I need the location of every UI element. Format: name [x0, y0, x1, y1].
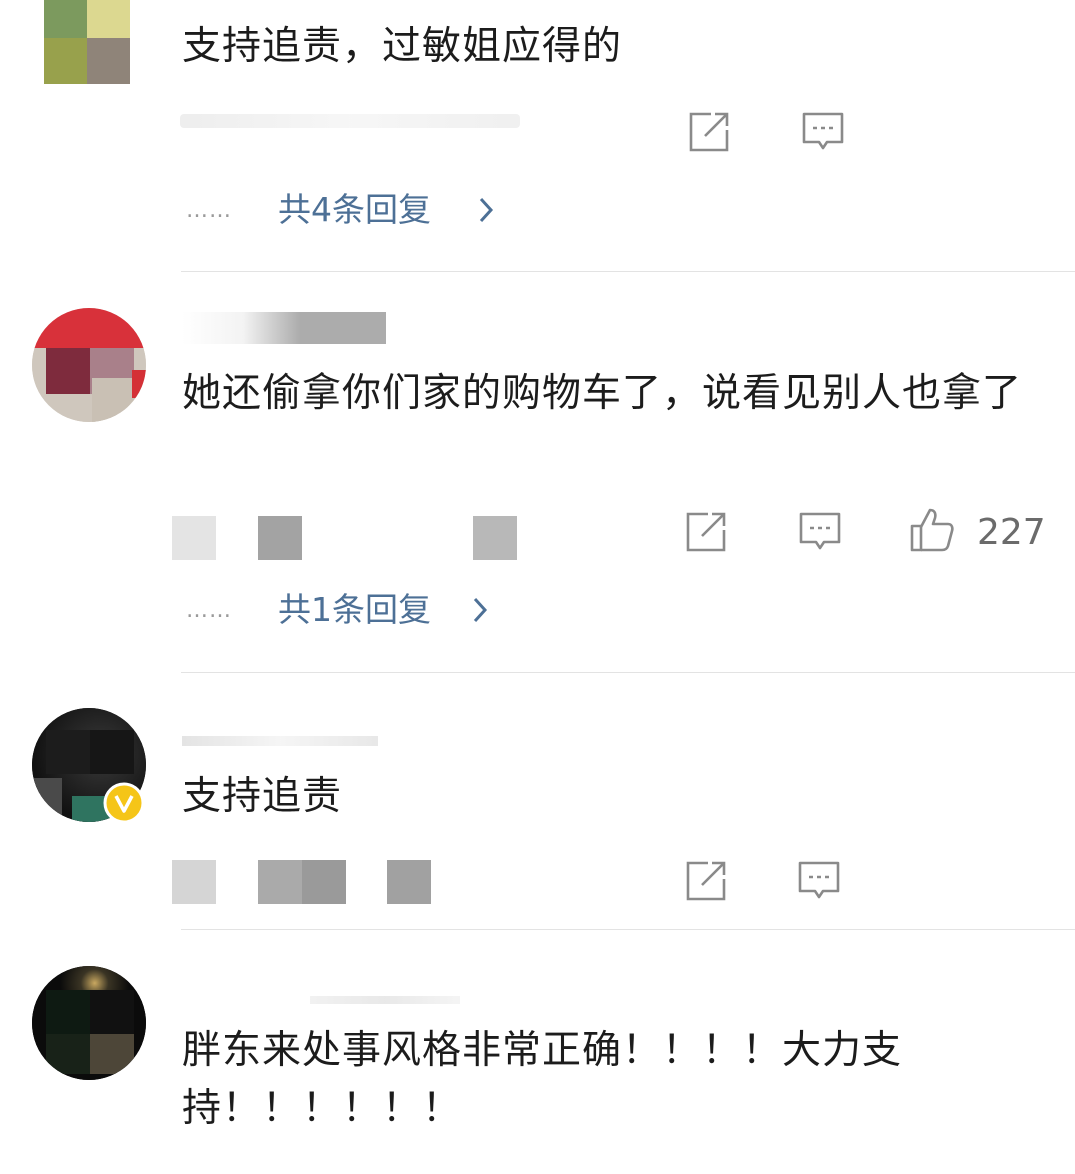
- comment-icon[interactable]: [801, 110, 845, 154]
- comment-meta-redacted: [258, 516, 302, 560]
- comment-meta-redacted: [258, 860, 302, 904]
- username-redacted: [182, 736, 378, 746]
- comment-meta-redacted: [180, 114, 520, 128]
- comment-icon[interactable]: [798, 510, 842, 554]
- divider: [181, 672, 1075, 673]
- comment-meta-redacted: [387, 860, 431, 904]
- thumbs-up-icon[interactable]: [908, 506, 956, 554]
- reply-dots: ……: [186, 598, 232, 623]
- view-replies-link[interactable]: 共4条回复: [278, 190, 431, 230]
- comment-text: 支持追责，过敏姐应得的: [182, 24, 623, 69]
- reply-dots: ……: [186, 198, 232, 223]
- chevron-right-icon[interactable]: [478, 196, 494, 224]
- comment-text: 支持追责: [182, 774, 343, 819]
- share-icon[interactable]: [684, 510, 728, 554]
- avatar[interactable]: [32, 966, 146, 1080]
- username-redacted: [182, 312, 386, 344]
- divider: [181, 271, 1075, 272]
- like-count: 227: [977, 512, 1046, 553]
- avatar[interactable]: [32, 308, 146, 422]
- verified-v-badge-icon: [103, 782, 145, 824]
- comment-meta-redacted: [473, 516, 517, 560]
- comment-icon[interactable]: [797, 859, 841, 903]
- username-redacted: [310, 996, 460, 1004]
- share-icon[interactable]: [684, 859, 728, 903]
- avatar[interactable]: [44, 0, 130, 84]
- share-icon[interactable]: [687, 110, 731, 154]
- comment-meta-redacted: [172, 516, 216, 560]
- divider: [181, 929, 1075, 930]
- comment-text: 她还偷拿你们家的购物车了，说看见别人也拿了: [182, 371, 1023, 416]
- comment-meta-redacted: [172, 860, 216, 904]
- comment-text: 胖东来处事风格非常正确！！！！大力支持！！！！！！: [182, 1028, 903, 1131]
- view-replies-link[interactable]: 共1条回复: [278, 590, 431, 630]
- chevron-right-icon[interactable]: [472, 596, 488, 624]
- comment-meta-redacted: [302, 860, 346, 904]
